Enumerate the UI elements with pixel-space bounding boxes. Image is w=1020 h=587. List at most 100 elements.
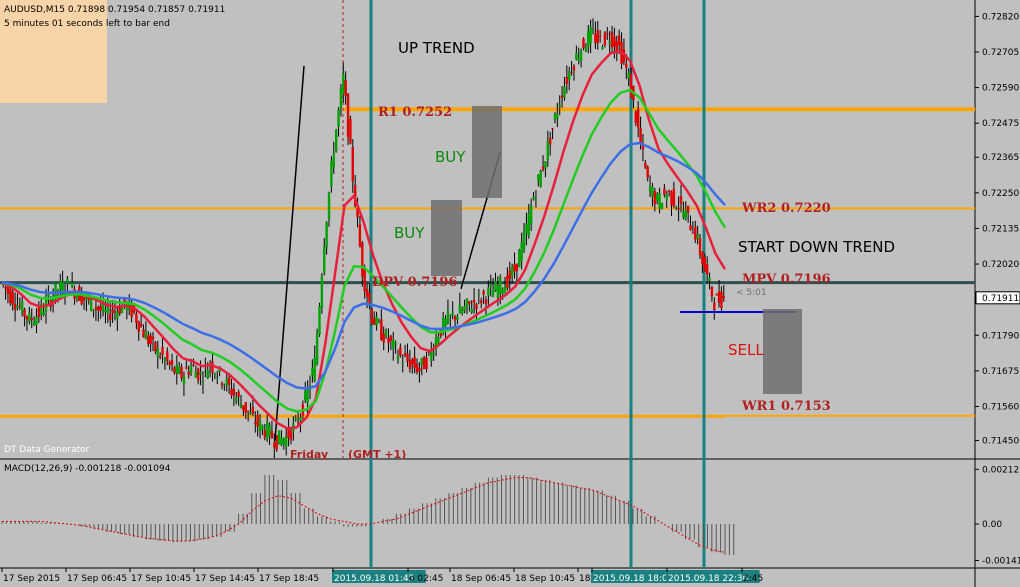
candle-body xyxy=(377,321,381,323)
candle-body xyxy=(491,290,495,297)
day-label: Friday xyxy=(290,448,328,461)
candle-body xyxy=(663,188,666,195)
candle-body xyxy=(135,313,138,323)
candle-body xyxy=(358,224,362,247)
buy-label-2: BUY xyxy=(394,224,425,242)
candle-body xyxy=(477,293,481,295)
candle-body xyxy=(415,363,419,373)
candle-body xyxy=(315,333,319,364)
candle-body xyxy=(446,310,450,324)
candle-body xyxy=(35,316,38,326)
candle-body xyxy=(644,163,647,168)
candle-body xyxy=(634,111,638,123)
candle-body xyxy=(670,191,673,206)
candle-body xyxy=(197,368,200,381)
candle-body xyxy=(513,264,516,272)
info-box xyxy=(0,0,107,103)
candle-body xyxy=(665,194,668,200)
x-tick-label: 17 Sep 14:45 xyxy=(195,574,255,584)
candle-body xyxy=(510,266,514,276)
candle-body xyxy=(532,196,535,200)
buy-box xyxy=(472,106,502,198)
candle-body xyxy=(342,73,345,94)
candle-body xyxy=(627,72,630,79)
candle-body xyxy=(403,353,407,356)
candle-body xyxy=(32,321,36,325)
candle-body xyxy=(496,285,500,299)
candle-body xyxy=(30,317,33,321)
candle-body xyxy=(425,357,428,369)
mpv-label: MPV 0.7196 xyxy=(742,272,831,287)
candle-body xyxy=(648,186,652,192)
candle-body xyxy=(25,316,29,320)
candle-body xyxy=(658,193,661,209)
candle-body xyxy=(47,294,50,297)
candle-body xyxy=(696,234,699,239)
candle-body xyxy=(220,383,224,386)
macd-label: MACD(12,26,9) -0.001218 -0.001094 xyxy=(4,464,171,474)
candle-body xyxy=(579,50,583,61)
x-tick-label: 17 Sep 2015 xyxy=(3,574,60,584)
candle-body xyxy=(646,166,649,178)
candle-body xyxy=(368,292,371,305)
candle-body xyxy=(289,430,293,441)
candle-body xyxy=(277,430,281,445)
candle-body xyxy=(544,161,547,169)
candle-body xyxy=(625,63,628,68)
candle-body xyxy=(458,304,462,314)
candle-body xyxy=(596,29,599,43)
candle-body xyxy=(601,46,604,50)
candle-body xyxy=(156,348,159,357)
candle-body xyxy=(370,308,374,324)
candle-body xyxy=(170,360,174,365)
sell-label: SELL xyxy=(728,341,764,359)
y-tick-label: 0.72475 xyxy=(982,119,1019,129)
candle-body xyxy=(653,191,657,205)
candle-body xyxy=(235,397,238,402)
candle-body xyxy=(420,358,423,365)
candle-body xyxy=(501,289,504,294)
y-tick-label: 0.72135 xyxy=(982,224,1019,234)
candle-body xyxy=(113,311,117,313)
candle-body xyxy=(399,347,402,356)
candle-body xyxy=(584,46,588,52)
candle-body xyxy=(323,246,326,274)
candle-body xyxy=(615,41,618,52)
candle-body xyxy=(185,367,188,369)
candle-body xyxy=(675,207,678,209)
candle-body xyxy=(529,205,533,225)
candle-body xyxy=(556,113,559,119)
candle-body xyxy=(406,353,409,362)
candle-body xyxy=(494,280,497,292)
y-tick-label: 0.72820 xyxy=(982,12,1019,22)
candle-body xyxy=(361,242,364,277)
candle-body xyxy=(444,318,447,327)
candle-body xyxy=(151,336,155,340)
candle-body xyxy=(525,224,528,234)
candle-body xyxy=(346,94,350,138)
y-tick-label: 0.72590 xyxy=(982,84,1019,94)
candle-body xyxy=(261,425,264,430)
candle-body xyxy=(475,304,478,310)
candle-body xyxy=(334,129,338,152)
y-tick-label: 0.71911 xyxy=(982,294,1019,304)
candle-body xyxy=(603,32,607,45)
candle-body xyxy=(482,291,485,295)
candle-body xyxy=(515,263,519,272)
candle-body xyxy=(256,415,259,427)
candle-body xyxy=(270,431,274,438)
candle-body xyxy=(480,300,483,304)
candle-body xyxy=(244,402,247,413)
candle-body xyxy=(199,372,202,375)
candle-body xyxy=(380,319,383,340)
candle-body xyxy=(472,299,476,303)
candle-body xyxy=(242,405,245,411)
candle-body xyxy=(629,73,633,98)
macd-y-tick-label: 0.00 xyxy=(982,520,1002,530)
candle-body xyxy=(708,277,711,281)
candle-body xyxy=(411,359,414,364)
trading-chart[interactable]: AUDUSD,M15 0.71898 0.71954 0.71857 0.719… xyxy=(0,0,1020,587)
candle-body xyxy=(568,71,571,81)
candle-body xyxy=(551,128,554,130)
x-tick-label: o 02:45 xyxy=(409,574,443,584)
